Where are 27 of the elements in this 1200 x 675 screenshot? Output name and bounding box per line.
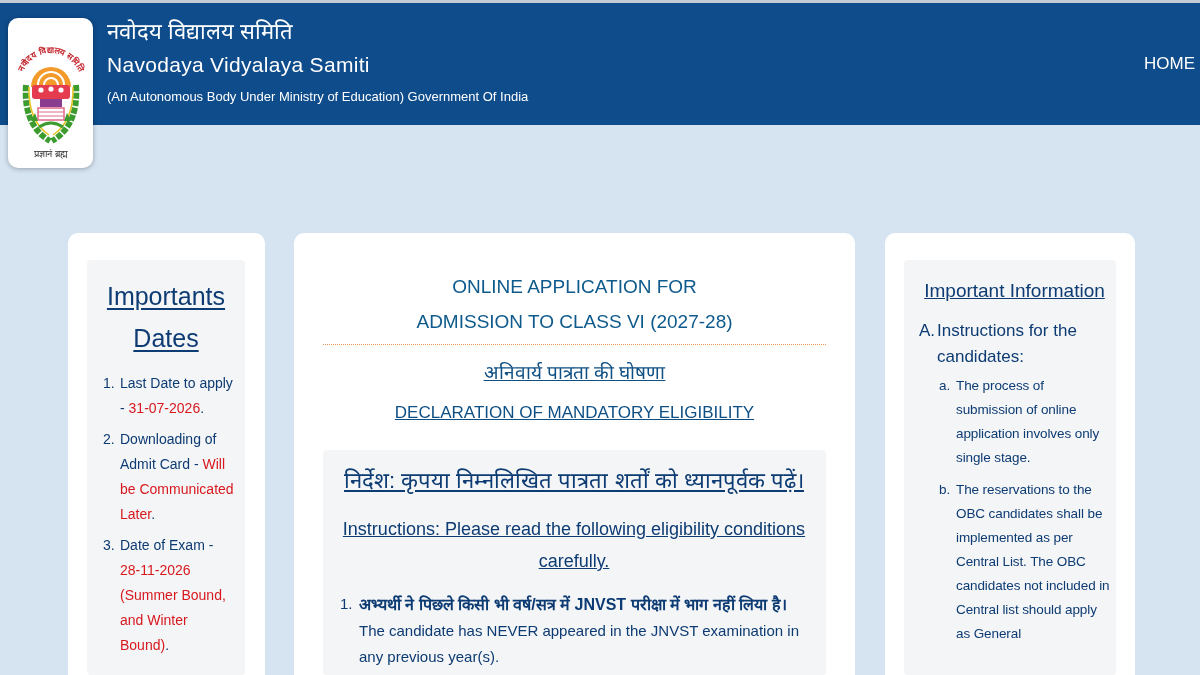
section-title: Instructions for the candidates: <box>937 320 1078 368</box>
site-subtitle: (An Autonomous Body Under Ministry of Education) Government Of India <box>107 88 529 106</box>
instructions-heading-hindi: निर्देश: कृपया निम्नलिखित पात्रता शर्तों को ध्यानपूर्वक पढ़ें। <box>343 467 805 496</box>
home-link[interactable]: HOME <box>1144 52 1195 76</box>
list-number: 3. <box>103 536 116 555</box>
list-number: 1. <box>340 594 354 614</box>
instructions-heading: Instructions: Please read the following eligibility conditions carefully. <box>341 518 807 573</box>
site-title-hindi: नवोदय विद्यालय समिति <box>107 18 295 46</box>
logo-motto: प्रज्ञानं ब्रह्म <box>33 148 68 159</box>
instruction-text: The reservations to the OBC candidates shall be implemented as per Central List. The OBC candidates not included in Central list should apply as General <box>956 481 1110 643</box>
declaration-heading: DECLARATION OF MANDATORY ELIGIBILITY <box>393 402 756 424</box>
condition-text: The candidate has NEVER appeared in the JNVST examination in any previous year(s). <box>359 621 800 667</box>
declaration-heading-hindi: अनिवार्य पात्रता की घोषणा <box>482 361 667 385</box>
instruction-text: The process of submission of online application involves only single stage. <box>956 377 1101 467</box>
application-title: ONLINE APPLICATION FOR ADMISSION TO CLASS VI (2027-28) <box>415 275 734 334</box>
dates-heading: Importants Dates <box>105 281 227 354</box>
site-title: Navodaya Vidyalaya Samiti <box>107 52 371 78</box>
list-letter: a. <box>939 377 952 395</box>
date-item-text: Date of Exam - 28-11-2026 (Summer Bound, and Winter Bound). <box>120 536 227 655</box>
list-number: 1. <box>103 374 116 393</box>
list-letter: b. <box>939 481 952 499</box>
information-heading: Important Information <box>923 279 1106 303</box>
list-letter: A. <box>919 320 937 342</box>
condition-text-hindi: अभ्यर्थी ने पिछले किसी भी वर्ष/सत्र में JNVST परीक्षा में भाग नहीं लिया है। <box>359 594 788 615</box>
list-number: 2. <box>103 430 116 449</box>
date-item-text: Downloading of Admit Card - Will be Communicated Later. <box>120 430 235 524</box>
date-item-text: Last Date to apply - 31-07-2026. <box>120 374 234 418</box>
